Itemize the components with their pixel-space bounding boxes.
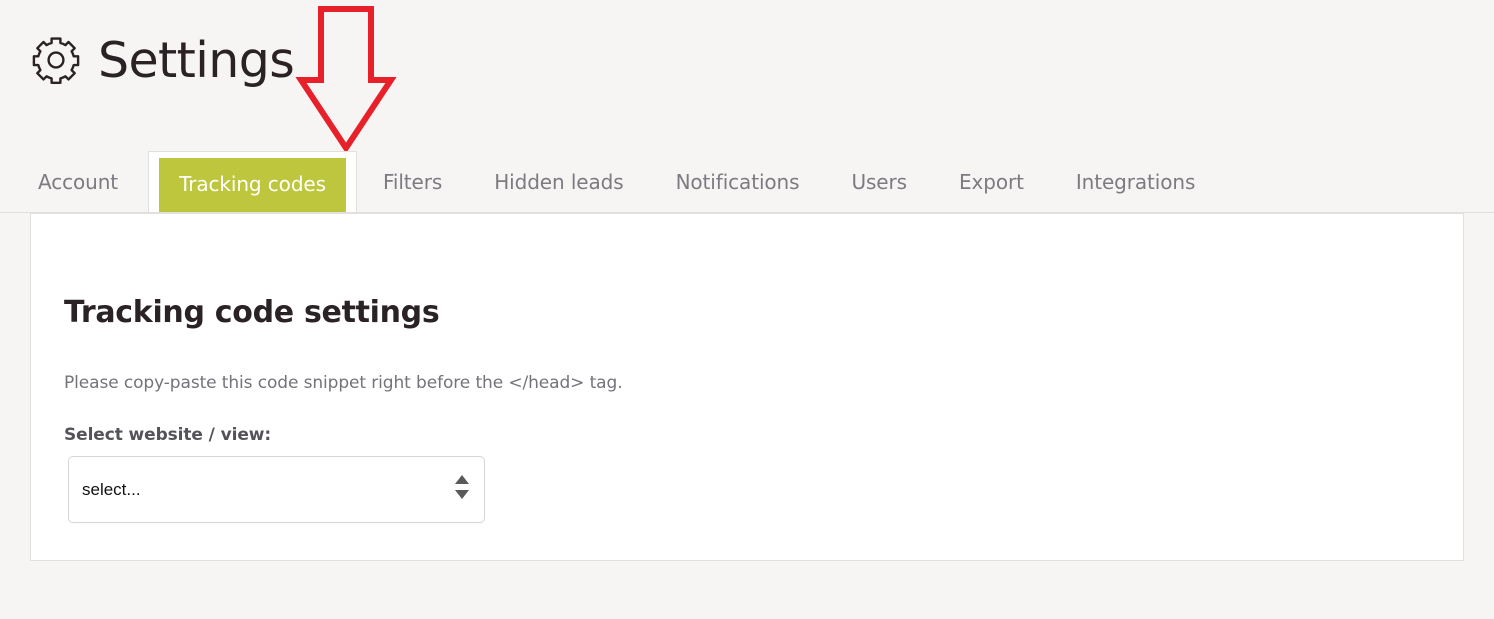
- website-view-select[interactable]: select...: [68, 456, 485, 523]
- tab-hidden-leads[interactable]: Hidden leads: [468, 151, 649, 212]
- panel-heading: Tracking code settings: [64, 295, 440, 330]
- up-down-chevron-icon: [454, 474, 470, 505]
- website-view-select-value: select...: [82, 479, 141, 499]
- tab-filters[interactable]: Filters: [357, 151, 468, 212]
- tab-tracking-codes[interactable]: Tracking codes: [148, 151, 357, 212]
- tab-list: Account Tracking codes Filters Hidden le…: [0, 151, 1221, 212]
- page-header: Settings: [30, 28, 295, 92]
- tab-notifications[interactable]: Notifications: [650, 151, 826, 212]
- tab-account[interactable]: Account: [0, 151, 148, 212]
- tab-integrations[interactable]: Integrations: [1050, 151, 1221, 212]
- down-arrow-icon: [294, 2, 398, 154]
- panel-instruction: Please copy-paste this code snippet righ…: [64, 373, 623, 393]
- gear-icon: [30, 34, 82, 86]
- tab-export[interactable]: Export: [933, 151, 1050, 212]
- page-title: Settings: [98, 31, 295, 89]
- website-view-select-wrapper: select...: [68, 456, 485, 523]
- tab-tracking-codes-label: Tracking codes: [159, 158, 346, 212]
- website-view-label: Select website / view:: [64, 425, 272, 445]
- tab-users[interactable]: Users: [825, 151, 933, 212]
- tracking-code-panel: Tracking code settings Please copy-paste…: [30, 213, 1464, 561]
- tab-bar: Account Tracking codes Filters Hidden le…: [0, 151, 1494, 213]
